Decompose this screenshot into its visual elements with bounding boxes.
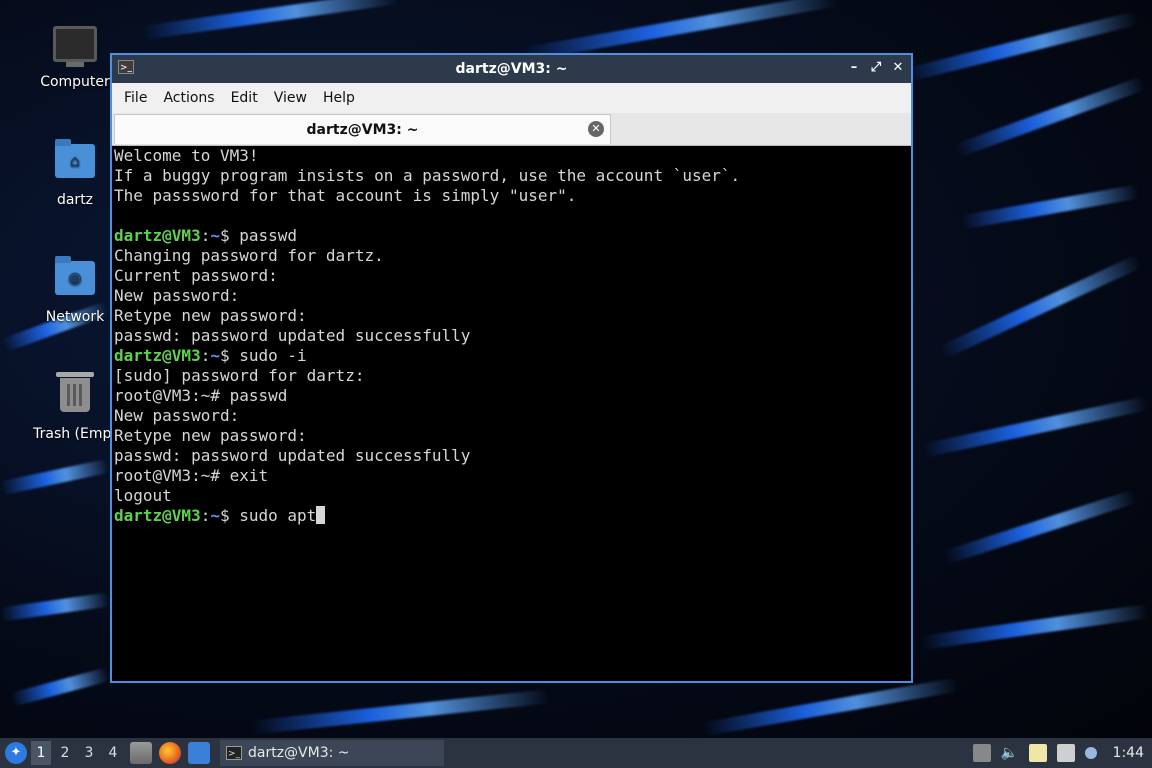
desktop-icon-label: Network — [45, 309, 105, 325]
command-text: sudo -i — [239, 346, 307, 365]
prompt-separator: : — [200, 506, 211, 525]
terminal-line: Retype new password: — [114, 306, 307, 325]
trash-icon — [53, 372, 97, 422]
text-cursor — [316, 506, 326, 524]
computer-icon — [53, 26, 97, 70]
terminal-line: logout — [114, 486, 172, 505]
file-manager-icon[interactable] — [130, 742, 152, 764]
terminal-prompt-line: dartz@VM3:~$ sudo apt — [114, 506, 911, 526]
desktop-icon-label: Trash (Empt — [33, 426, 117, 442]
firefox-icon[interactable] — [159, 742, 181, 764]
command-text: passwd — [239, 226, 298, 245]
terminal-prompt-line: dartz@VM3:~$ passwd — [114, 226, 911, 246]
terminal-output[interactable]: Welcome to VM3! If a buggy program insist… — [114, 146, 911, 681]
desktop-icon-label: dartz — [56, 192, 94, 208]
task-label: dartz@VM3: ~ — [248, 745, 350, 761]
terminal-line: The passsword for that account is simply… — [114, 186, 577, 205]
desktop-icon-trash[interactable]: Trash (Empt — [27, 372, 123, 442]
menubar: File Actions Edit View Help — [112, 83, 911, 113]
terminal-line: passwd: password updated successfully — [114, 326, 471, 345]
network-icon[interactable] — [1056, 744, 1075, 762]
prompt-separator: : — [200, 226, 211, 245]
terminal-line: passwd: password updated successfully — [114, 446, 471, 465]
maximize-button[interactable]: ⤢ — [869, 59, 883, 77]
clock[interactable]: 1:44 — [1113, 745, 1144, 761]
terminal-app-icon: >_ — [118, 60, 134, 74]
taskbar: ✦ 1 2 3 4 >_ dartz@VM3: ~ 🔈 1:44 — [0, 738, 1152, 768]
terminal-task-icon: >_ — [226, 746, 242, 760]
terminal-line: Current password: — [114, 266, 278, 285]
prompt-user: dartz@VM3 — [114, 346, 201, 365]
taskbar-task-terminal[interactable]: >_ dartz@VM3: ~ — [220, 740, 444, 766]
prompt-user: dartz@VM3 — [114, 226, 201, 245]
terminal-line: New password: — [114, 286, 240, 305]
workspace-4[interactable]: 4 — [103, 741, 123, 765]
desktop-icon-computer[interactable]: Computer — [27, 22, 123, 90]
workspace-1[interactable]: 1 — [31, 741, 51, 765]
clipboard-icon[interactable] — [1028, 744, 1047, 762]
prompt-symbol: $ — [219, 346, 240, 365]
window-title: dartz@VM3: ~ — [455, 61, 568, 77]
menu-actions[interactable]: Actions — [155, 90, 222, 106]
prompt-path: ~ — [210, 226, 220, 245]
show-desktop-icon[interactable] — [188, 742, 210, 764]
network-folder-icon: ◉ — [53, 256, 97, 305]
home-folder-icon: ⌂ — [53, 139, 97, 188]
prompt-separator: : — [200, 346, 211, 365]
terminal-line: root@VM3:~# passwd — [114, 386, 288, 405]
tab-label: dartz@VM3: ~ — [306, 121, 419, 138]
notes-icon[interactable] — [972, 744, 991, 762]
window-titlebar[interactable]: >_ dartz@VM3: ~ – ⤢ ✕ — [112, 55, 911, 83]
terminal-line: If a buggy program insists on a password… — [114, 166, 741, 185]
system-tray: 🔈 1:44 — [972, 744, 1152, 762]
start-menu-icon[interactable]: ✦ — [5, 742, 27, 764]
notification-icon[interactable] — [1084, 747, 1097, 759]
terminal-line: [sudo] password for dartz: — [114, 366, 365, 385]
terminal-prompt-line: dartz@VM3:~$ sudo -i — [114, 346, 911, 366]
terminal-line: Retype new password: — [114, 426, 307, 445]
prompt-user: dartz@VM3 — [114, 506, 201, 525]
workspace-3[interactable]: 3 — [79, 741, 99, 765]
desktop-icon-network[interactable]: ◉ Network — [27, 255, 123, 325]
command-text: sudo apt — [239, 506, 317, 525]
menu-view[interactable]: View — [266, 90, 315, 106]
menu-file[interactable]: File — [116, 90, 155, 106]
desktop-icon-home[interactable]: ⌂ dartz — [27, 138, 123, 208]
menu-edit[interactable]: Edit — [223, 90, 266, 106]
terminal-line: New password: — [114, 406, 240, 425]
terminal-line: Changing password for dartz. — [114, 246, 384, 265]
terminal-line: Welcome to VM3! — [114, 146, 259, 165]
volume-icon[interactable]: 🔈 — [1001, 744, 1019, 762]
desktop-icon-label: Computer — [40, 74, 110, 90]
prompt-symbol: $ — [219, 506, 240, 525]
tab-close-icon[interactable]: ✕ — [588, 121, 604, 137]
terminal-line: root@VM3:~# exit — [114, 466, 269, 485]
prompt-path: ~ — [210, 506, 220, 525]
terminal-window[interactable]: >_ dartz@VM3: ~ – ⤢ ✕ File Actions Edit … — [110, 53, 913, 683]
tab-bar: dartz@VM3: ~ ✕ — [112, 113, 911, 146]
workspace-2[interactable]: 2 — [55, 741, 75, 765]
close-button[interactable]: ✕ — [891, 59, 905, 77]
prompt-symbol: $ — [219, 226, 240, 245]
menu-help[interactable]: Help — [315, 90, 363, 106]
terminal-tab[interactable]: dartz@VM3: ~ ✕ — [114, 114, 611, 144]
minimize-button[interactable]: – — [847, 59, 861, 77]
prompt-path: ~ — [210, 346, 220, 365]
